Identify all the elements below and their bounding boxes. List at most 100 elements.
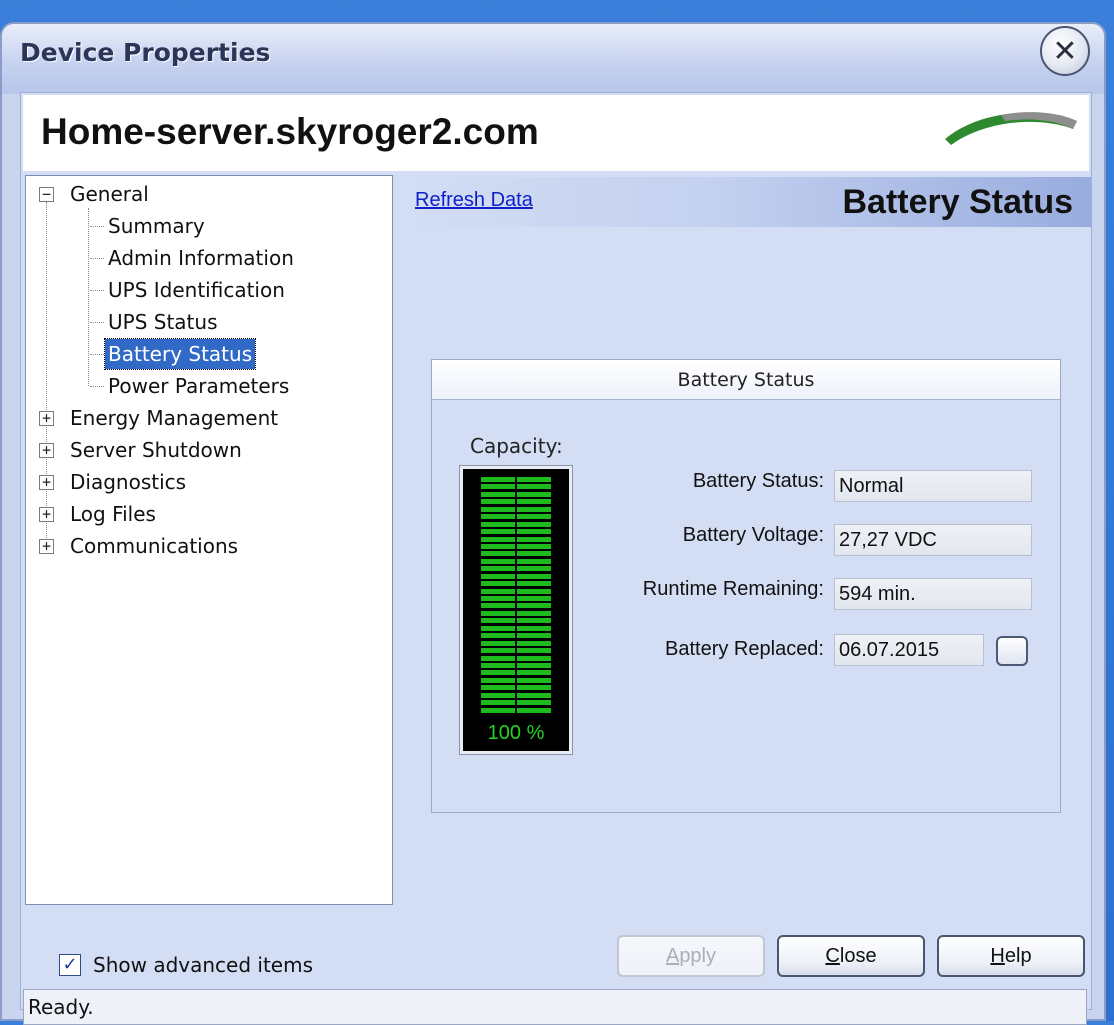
capacity-meter-cell bbox=[481, 610, 515, 616]
device-properties-window: Device Properties ✕ Home-server.skyroger… bbox=[0, 22, 1106, 1025]
capacity-meter-cell bbox=[517, 521, 551, 527]
tree-item-server-shutdown[interactable]: Server Shutdown bbox=[70, 435, 242, 465]
capacity-meter-cell bbox=[481, 573, 515, 579]
show-advanced-items[interactable]: ✓ Show advanced items bbox=[59, 953, 313, 977]
tree-item-ups-identification[interactable]: UPS Identification bbox=[108, 275, 285, 305]
capacity-meter-cell bbox=[517, 610, 551, 616]
tree-line bbox=[46, 202, 47, 552]
capacity-meter-cell bbox=[481, 477, 515, 482]
capacity-meter-cell bbox=[481, 640, 515, 646]
tree-line bbox=[90, 386, 104, 387]
expand-toggle-icon[interactable]: + bbox=[39, 443, 54, 458]
capacity-meter-cell bbox=[481, 662, 515, 668]
tree-item-general[interactable]: General bbox=[70, 179, 149, 209]
capacity-meter-cell bbox=[481, 707, 515, 713]
collapse-toggle-icon[interactable]: − bbox=[39, 187, 54, 202]
capacity-meter-cell bbox=[517, 558, 551, 564]
close-button[interactable]: Close bbox=[777, 935, 925, 977]
capacity-meter-cell bbox=[517, 536, 551, 542]
capacity-meter: 100 % bbox=[459, 465, 573, 755]
capacity-meter-cell bbox=[517, 633, 551, 639]
tree-item-diagnostics[interactable]: Diagnostics bbox=[70, 467, 186, 497]
capacity-meter-cell bbox=[517, 700, 551, 706]
capacity-meter-cell bbox=[481, 700, 515, 706]
capacity-meter-cell bbox=[481, 566, 515, 572]
capacity-meter-cell bbox=[481, 625, 515, 631]
capacity-percent: 100 % bbox=[487, 722, 545, 744]
capacity-meter-cell bbox=[517, 648, 551, 654]
expand-toggle-icon[interactable]: + bbox=[39, 411, 54, 426]
tree-item-power-parameters[interactable]: Power Parameters bbox=[108, 371, 289, 401]
battery-status-value: Normal bbox=[834, 470, 1032, 502]
expand-toggle-icon[interactable]: + bbox=[39, 475, 54, 490]
tree-line bbox=[90, 258, 104, 259]
capacity-meter-cell bbox=[517, 640, 551, 646]
panel-title: Battery Status bbox=[432, 360, 1060, 400]
capacity-meter-cell bbox=[517, 655, 551, 661]
show-advanced-checkbox[interactable]: ✓ bbox=[59, 954, 81, 976]
capacity-meter-cell bbox=[481, 521, 515, 527]
capacity-meter-cell bbox=[481, 514, 515, 520]
tree-line bbox=[90, 322, 104, 323]
capacity-meter-cell bbox=[517, 551, 551, 557]
tree-item-battery-status[interactable]: Battery Status bbox=[103, 338, 257, 370]
tree-item-admin-information[interactable]: Admin Information bbox=[108, 243, 294, 273]
apply-button[interactable]: Apply bbox=[617, 935, 765, 977]
tree-item-energy-management[interactable]: Energy Management bbox=[70, 403, 278, 433]
capacity-meter-cell bbox=[517, 573, 551, 579]
server-name: Home-server.skyroger2.com bbox=[41, 111, 539, 152]
capacity-meter-cell bbox=[481, 633, 515, 639]
battery-voltage-value: 27,27 VDC bbox=[834, 524, 1032, 556]
expand-toggle-icon[interactable]: + bbox=[39, 507, 54, 522]
capacity-meter-cell bbox=[481, 529, 515, 535]
capacity-meter-cell bbox=[517, 529, 551, 535]
tree-item-summary[interactable]: Summary bbox=[108, 211, 205, 241]
window-title: Device Properties bbox=[20, 38, 271, 67]
battery-voltage-label: Battery Voltage: bbox=[682, 524, 824, 546]
battery-replaced-edit-button[interactable] bbox=[996, 636, 1028, 666]
tree-item-log-files[interactable]: Log Files bbox=[70, 499, 156, 529]
tree-item-ups-status[interactable]: UPS Status bbox=[108, 307, 217, 337]
capacity-meter-cell bbox=[517, 491, 551, 497]
capacity-meter-cell bbox=[517, 484, 551, 490]
battery-replaced-label: Battery Replaced: bbox=[665, 638, 824, 660]
tree-line bbox=[90, 290, 104, 291]
title-bar: Device Properties ✕ bbox=[2, 24, 1104, 94]
refresh-data-link[interactable]: Refresh Data bbox=[415, 189, 533, 212]
capacity-meter-cell bbox=[481, 588, 515, 594]
capacity-meter-cell bbox=[481, 499, 515, 505]
capacity-meter-cell bbox=[517, 543, 551, 549]
battery-status-label: Battery Status: bbox=[692, 470, 824, 492]
tree-line bbox=[90, 226, 104, 227]
capacity-meter-cell bbox=[517, 514, 551, 520]
capacity-meter-cell bbox=[517, 506, 551, 512]
tree-line bbox=[88, 208, 89, 386]
server-header: Home-server.skyroger2.com bbox=[23, 95, 1089, 171]
capacity-meter-cell bbox=[481, 536, 515, 542]
dialog-body: Home-server.skyroger2.com − General Summ… bbox=[20, 92, 1092, 1025]
capacity-meter-cell bbox=[481, 692, 515, 698]
capacity-meter-cell bbox=[517, 588, 551, 594]
capacity-meter-cell bbox=[481, 543, 515, 549]
logo-icon bbox=[945, 112, 1077, 145]
capacity-meter-cell bbox=[517, 662, 551, 668]
runtime-remaining-value: 594 min. bbox=[834, 578, 1032, 610]
capacity-meter-cell bbox=[481, 506, 515, 512]
expand-toggle-icon[interactable]: + bbox=[39, 539, 54, 554]
capacity-meter-cell bbox=[481, 484, 515, 490]
tree-item-communications[interactable]: Communications bbox=[70, 531, 238, 561]
capacity-label: Capacity: bbox=[470, 434, 563, 458]
capacity-meter-cell bbox=[517, 477, 551, 482]
capacity-meter-cell bbox=[517, 692, 551, 698]
capacity-meter-cell bbox=[517, 499, 551, 505]
help-button[interactable]: Help bbox=[937, 935, 1085, 977]
capacity-meter-cell bbox=[517, 618, 551, 624]
battery-replaced-value: 06.07.2015 bbox=[834, 634, 984, 666]
capacity-meter-cell bbox=[517, 625, 551, 631]
capacity-meter-cell bbox=[517, 685, 551, 691]
capacity-meter-cell bbox=[517, 670, 551, 676]
capacity-meter-cell bbox=[517, 707, 551, 713]
close-icon[interactable]: ✕ bbox=[1040, 26, 1090, 76]
content-header: Refresh Data Battery Status bbox=[411, 177, 1091, 227]
capacity-meter-cell bbox=[517, 677, 551, 683]
